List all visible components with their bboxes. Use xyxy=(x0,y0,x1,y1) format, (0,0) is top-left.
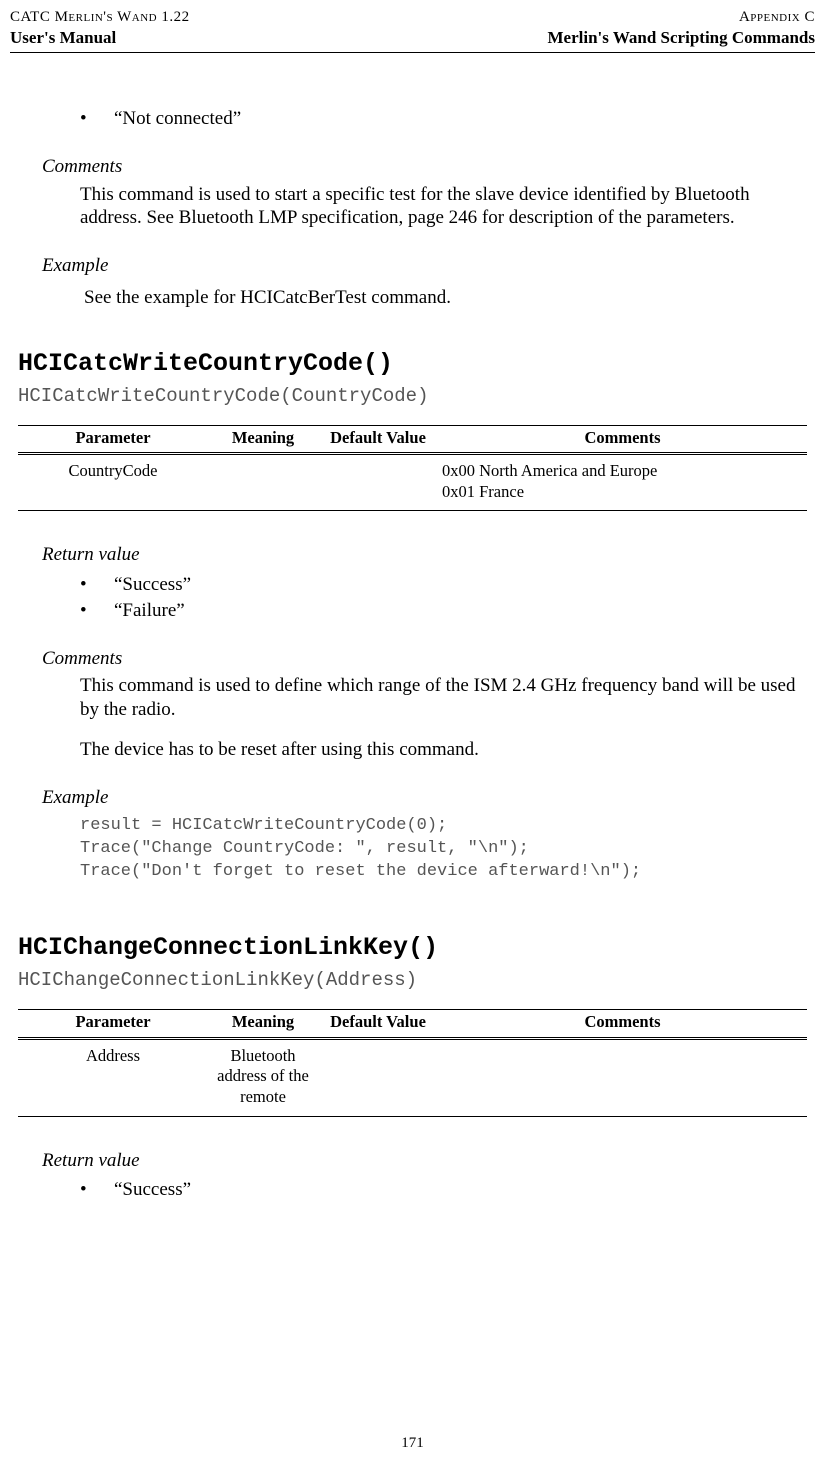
bullet-dot: • xyxy=(80,573,114,597)
th-default: Default Value xyxy=(318,1010,438,1039)
th-parameter: Parameter xyxy=(18,425,208,454)
bullet-text: “Not connected” xyxy=(114,107,807,131)
list-item: • “Not connected” xyxy=(80,107,807,131)
cell-meaning: Bluetooth address of the remote xyxy=(208,1038,318,1116)
header-top-left: CATC Merlin's Wand 1.22 xyxy=(10,8,190,27)
command-signature: HCICatcWriteCountryCode(CountryCode) xyxy=(18,385,807,409)
cell-default xyxy=(318,454,438,511)
cell-comments-line: 0x01 France xyxy=(442,482,524,501)
cell-comments-line: 0x00 North America and Europe xyxy=(442,461,657,480)
comments-paragraph: The device has to be reset after using t… xyxy=(80,738,797,762)
example-heading: Example xyxy=(42,254,807,278)
cell-default xyxy=(318,1038,438,1116)
comments-paragraph: This command is used to start a specific… xyxy=(80,183,797,231)
th-meaning: Meaning xyxy=(208,425,318,454)
th-default: Default Value xyxy=(318,425,438,454)
comments-heading: Comments xyxy=(42,647,807,671)
table-row: Address Bluetooth address of the remote xyxy=(18,1038,807,1116)
comments-heading: Comments xyxy=(42,155,807,179)
code-block: result = HCICatcWriteCountryCode(0); Tra… xyxy=(80,815,807,884)
list-item: • “Success” xyxy=(80,573,807,597)
return-value-heading: Return value xyxy=(42,1149,807,1173)
command-title: HCIChangeConnectionLinkKey() xyxy=(18,932,807,963)
return-value-heading: Return value xyxy=(42,543,807,567)
bullet-text: “Success” xyxy=(114,573,807,597)
th-comments: Comments xyxy=(438,425,807,454)
example-heading: Example xyxy=(42,786,807,810)
command-signature: HCIChangeConnectionLinkKey(Address) xyxy=(18,969,807,993)
command-title: HCICatcWriteCountryCode() xyxy=(18,348,807,379)
header-rule xyxy=(10,52,815,53)
th-parameter: Parameter xyxy=(18,1010,208,1039)
table-header-row: Parameter Meaning Default Value Comments xyxy=(18,1010,807,1039)
table-row: CountryCode 0x00 North America and Europ… xyxy=(18,454,807,511)
cell-comments xyxy=(438,1038,807,1116)
bullet-dot: • xyxy=(80,107,114,131)
header-sub-right: Merlin's Wand Scripting Commands xyxy=(548,27,815,48)
parameter-table: Parameter Meaning Default Value Comments… xyxy=(18,425,807,512)
list-item: • “Failure” xyxy=(80,599,807,623)
bullet-text: “Success” xyxy=(114,1178,807,1202)
cell-parameter: Address xyxy=(18,1038,208,1116)
table-header-row: Parameter Meaning Default Value Comments xyxy=(18,425,807,454)
bullet-text: “Failure” xyxy=(114,599,807,623)
cell-meaning xyxy=(208,454,318,511)
bullet-dot: • xyxy=(80,1178,114,1202)
header-top-right: Appendix C xyxy=(739,8,815,27)
comments-paragraph: This command is used to define which ran… xyxy=(80,674,797,722)
th-comments: Comments xyxy=(438,1010,807,1039)
parameter-table: Parameter Meaning Default Value Comments… xyxy=(18,1009,807,1117)
list-item: • “Success” xyxy=(80,1178,807,1202)
th-meaning: Meaning xyxy=(208,1010,318,1039)
cell-comments: 0x00 North America and Europe 0x01 Franc… xyxy=(438,454,807,511)
page-number: 171 xyxy=(0,1434,825,1453)
header-sub-left: User's Manual xyxy=(10,27,116,48)
cell-parameter: CountryCode xyxy=(18,454,208,511)
bullet-dot: • xyxy=(80,599,114,623)
example-text: See the example for HCICatcBerTest comma… xyxy=(84,286,807,310)
